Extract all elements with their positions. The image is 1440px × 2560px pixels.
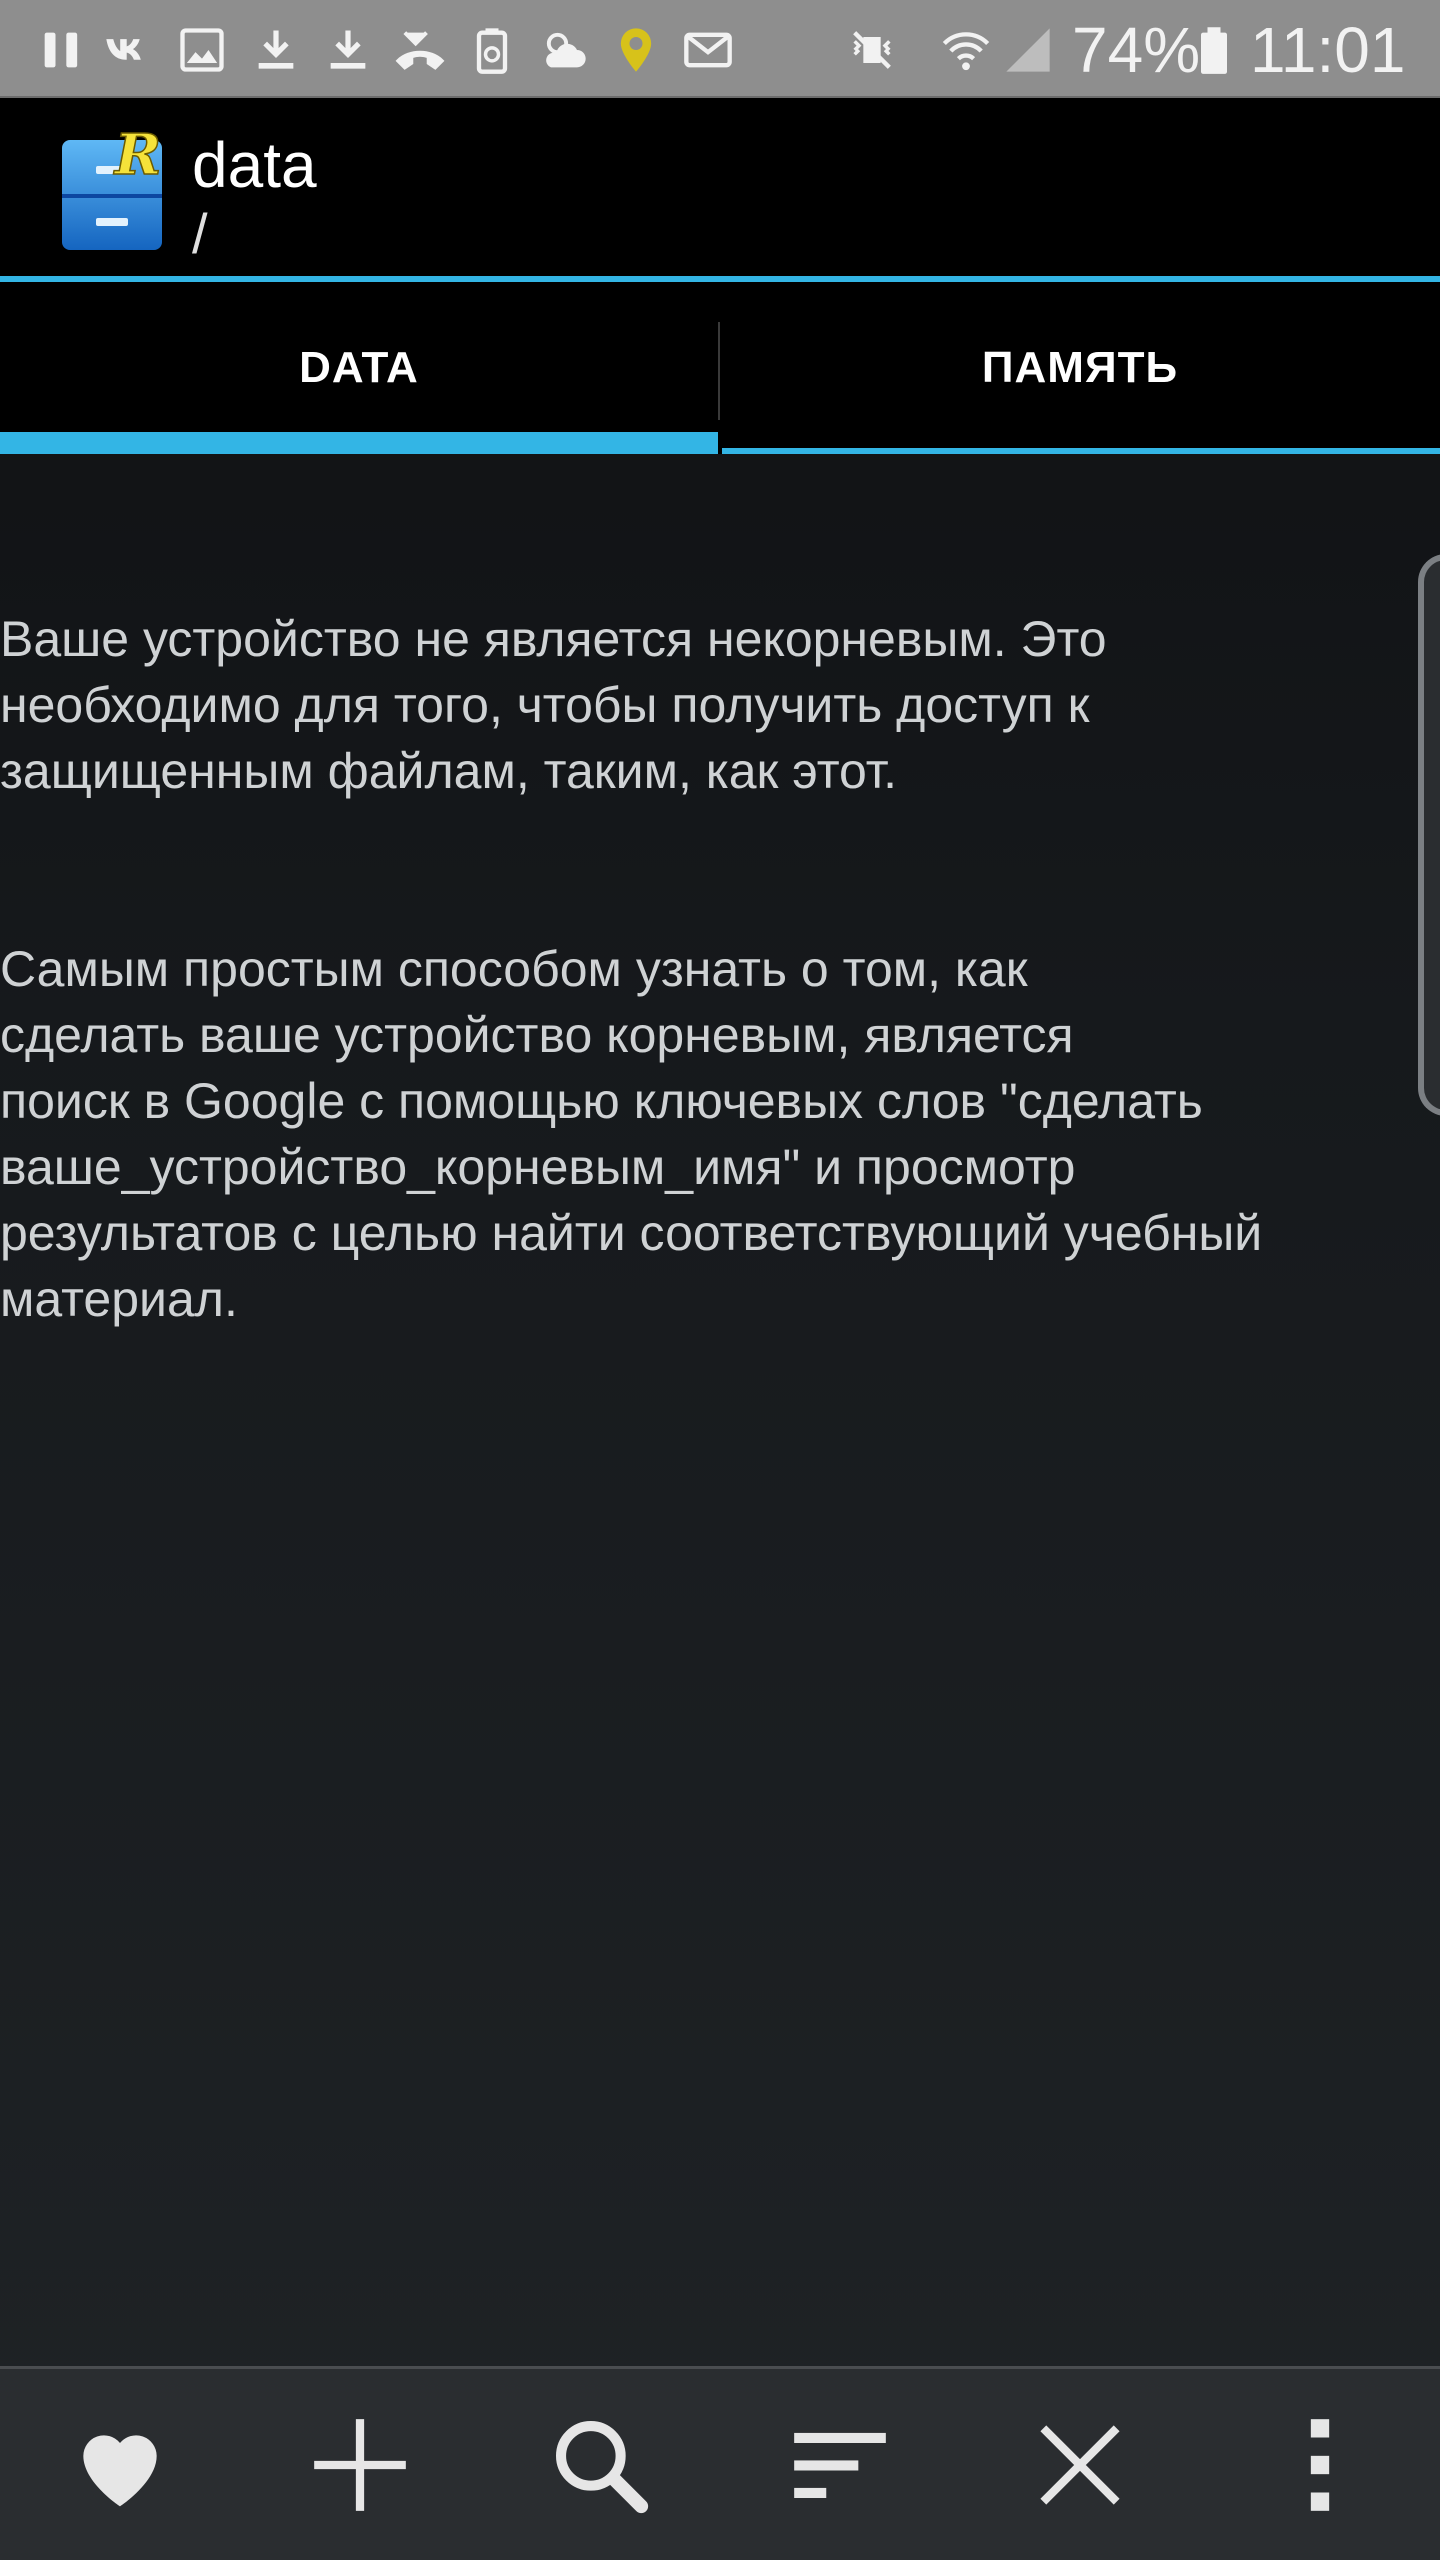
favorite-icon [83,2435,157,2507]
tab-indicator-active [0,432,718,454]
app-logo-icon[interactable]: R [58,121,166,254]
tab-data[interactable]: DATA [0,282,718,454]
search-icon [556,2421,649,2514]
download-icon [248,22,304,78]
sort-button[interactable] [780,2405,900,2525]
search-button[interactable] [540,2405,660,2525]
tab-memory[interactable]: ПАМЯТЬ [720,282,1440,454]
root-message: Ваше устройство не является некорневым. … [0,540,1430,1464]
battery-saver-icon [464,22,520,78]
more-button[interactable] [1260,2405,1380,2525]
message-paragraph-2: Самым простым способом узнать о том, как… [0,941,1263,1327]
status-bar: 74% 11:01 [0,0,1440,98]
page-title: data [192,129,317,201]
logo-letter: R [113,132,162,188]
more-icon [1310,2419,1330,2511]
current-path: / [192,202,208,265]
favorite-button[interactable] [60,2405,180,2525]
location-pin-icon [608,22,664,78]
mute-icon [844,22,900,78]
add-button[interactable] [300,2405,420,2525]
clock: 11:01 [1250,14,1406,86]
vk-icon [100,22,156,78]
image-icon [174,22,230,78]
mail-icon [680,22,736,78]
signal-icon [1000,22,1056,78]
battery-percent: 74% [1072,14,1201,86]
battery-icon [1186,22,1242,78]
pause-icon [34,22,90,78]
action-bar: R data / [0,98,1440,282]
bottom-toolbar [0,2366,1440,2560]
close-icon [1040,2425,1120,2505]
download-icon [320,22,376,78]
tab-indicator-inactive [722,448,1440,454]
add-icon [314,2419,406,2511]
message-paragraph-1: Ваше устройство не является некорневым. … [0,611,1107,799]
tab-bar: DATA ПАМЯТЬ [0,282,1440,454]
sort-icon [794,2432,886,2498]
missed-call-icon [392,22,448,78]
side-drawer-handle[interactable] [1418,554,1440,1116]
screen: 74% 11:01 R data / DATA ПАМЯТЬ Ваше устр… [0,0,1440,2560]
weather-icon [536,22,592,78]
close-button[interactable] [1020,2405,1140,2525]
wifi-icon [938,22,994,78]
